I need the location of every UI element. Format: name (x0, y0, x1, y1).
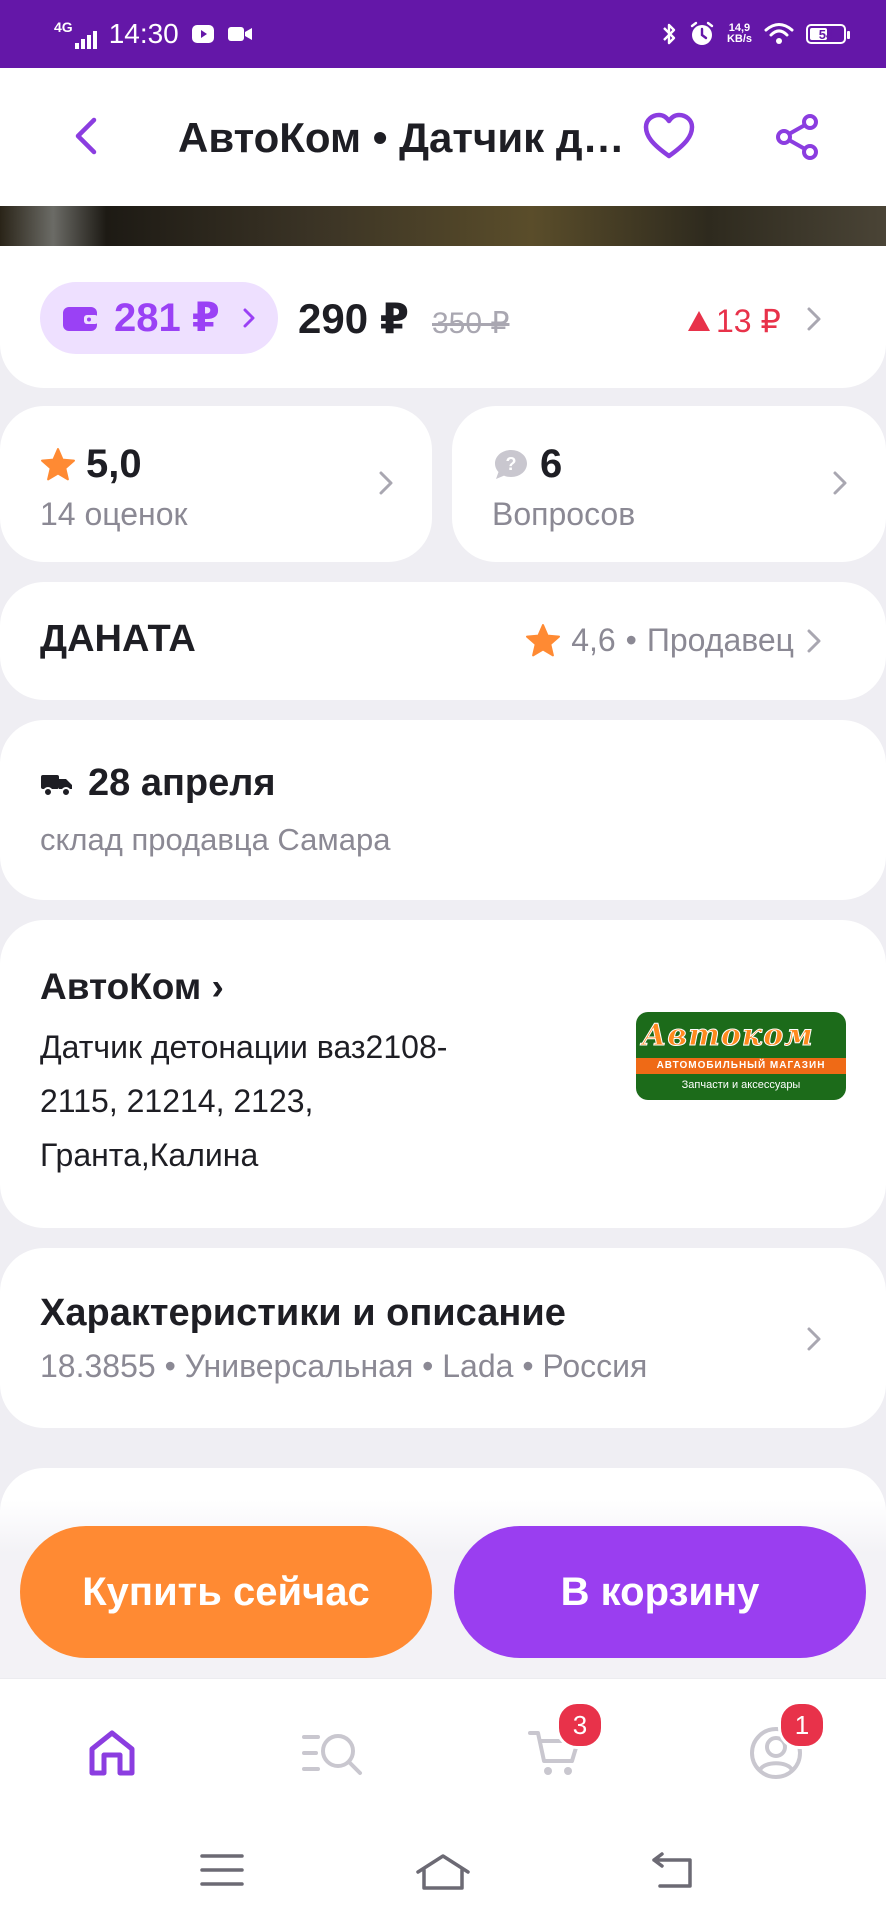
speed-unit: KB/s (726, 33, 752, 45)
back-icon[interactable] (650, 1852, 698, 1892)
chevron-left-icon (75, 117, 97, 155)
status-left: 4G 14:30 (54, 0, 253, 68)
status-right: 14,9 KB/s 54 (661, 0, 850, 68)
heart-outline-icon (643, 112, 695, 159)
network-type: 4G (54, 19, 73, 35)
alarm-icon (689, 21, 715, 47)
back-button[interactable] (66, 114, 110, 158)
seller-rating: 4,6 • Продавец (525, 622, 794, 659)
svg-text:?: ? (506, 454, 517, 474)
chevron-right-icon (243, 308, 255, 328)
seller-role: Продавец (646, 622, 794, 658)
chevron-right-icon (807, 1327, 821, 1351)
delivery-location: склад продавца Самара (40, 822, 391, 857)
current-price: 290 ₽ (298, 295, 409, 342)
price-change: 13 ₽ (688, 302, 781, 340)
network-indicator: 4G (54, 19, 97, 49)
price-change-value: 13 ₽ (716, 303, 781, 339)
status-time: 14:30 (108, 18, 179, 49)
catalog-search-icon (302, 1734, 362, 1775)
app-bar: АвтоКом • Датчик детонации ваз2108-2115,… (0, 68, 886, 206)
characteristics-summary: 18.3855 • Универсальная • Lada • Россия (40, 1348, 648, 1384)
wifi-icon (764, 22, 794, 46)
youtube-icon (191, 23, 215, 45)
questions-card[interactable]: ? 6 Вопросов (452, 406, 886, 562)
add-to-cart-button[interactable]: В корзину (454, 1526, 866, 1658)
delivery-date: 28 апреля (88, 762, 276, 804)
questions-head: ? 6 (492, 442, 562, 487)
chevron-right-icon (807, 629, 821, 653)
arrow-up-icon (688, 311, 710, 331)
seller-card[interactable]: ДАНАТА 4,6 • Продавец (0, 582, 886, 700)
rating-count: 14 оценок (40, 496, 188, 532)
delivery-card[interactable]: 28 апреля склад продавца Самара (0, 720, 886, 900)
store-name-link[interactable]: АвтоКом › (40, 966, 224, 1008)
store-logo-name: Автоком (642, 1018, 814, 1054)
signal-icon (74, 31, 97, 49)
tab-profile[interactable]: 1 (748, 1701, 826, 1781)
product-description: Датчик детонации ваз2108-2115, 21214, 21… (40, 1029, 448, 1173)
system-nav-bar (0, 1818, 886, 1920)
favorite-button[interactable] (642, 112, 696, 162)
chevron-right-icon[interactable] (806, 306, 822, 332)
chevron-right-icon (833, 471, 847, 495)
question-bubble-icon: ? (495, 449, 527, 479)
star-icon (41, 447, 75, 480)
characteristics-card[interactable]: Характеристики и описание 18.3855 • Унив… (0, 1248, 886, 1428)
questions-count: 6 (540, 442, 563, 486)
share-icon (776, 114, 818, 160)
home-icon (89, 1730, 135, 1776)
old-price: 350 ₽ (432, 307, 510, 340)
tab-home[interactable] (84, 1725, 140, 1781)
share-button[interactable] (772, 112, 822, 162)
star-icon (526, 623, 561, 656)
separator-dot: • (625, 622, 637, 658)
chevron-right-icon (379, 471, 393, 495)
wallet-icon (63, 307, 98, 331)
battery-icon: 54 (806, 24, 850, 44)
network-speed: 14,9 KB/s (727, 23, 752, 45)
home-icon[interactable] (414, 1852, 472, 1892)
delivery-head: 28 апреля (40, 762, 276, 805)
seller-name: ДАНАТА (40, 618, 196, 660)
rating-card[interactable]: 5,0 14 оценок (0, 406, 432, 562)
questions-label: Вопросов (492, 496, 636, 532)
delivery-truck-icon (41, 774, 72, 797)
rating-value: 5,0 (86, 442, 142, 486)
battery-level: 54 (818, 26, 834, 42)
cart-badge: 3 (556, 1701, 604, 1749)
status-bar: 4G 14:30 14,9 KB/s 54 (0, 0, 886, 68)
store-logo-subtitle: Запчасти и аксессуары (681, 1079, 801, 1091)
bluetooth-icon (661, 21, 677, 47)
store-card[interactable]: АвтоКом › Датчик детонации ваз2108-2115,… (0, 920, 886, 1228)
rating-head: 5,0 (40, 442, 142, 487)
profile-badge: 1 (778, 1701, 826, 1749)
seller-rating-value: 4,6 (571, 622, 616, 658)
page-title: АвтоКом • Датчик детонации ваз2108-2115,… (178, 114, 628, 161)
tab-cart[interactable]: 3 (526, 1701, 604, 1781)
menu-icon[interactable] (200, 1852, 244, 1888)
product-photo-edge[interactable] (0, 206, 886, 250)
tab-bar: 3 1 (0, 1678, 886, 1819)
wallet-price: 281 ₽ (114, 296, 220, 340)
wallet-price-pill[interactable]: 281 ₽ (40, 282, 278, 354)
store-logo[interactable]: Автоком АВТОМОБИЛЬНЫЙ МАГАЗИН Запчасти и… (636, 1012, 846, 1100)
tab-catalog[interactable] (302, 1725, 362, 1781)
price-card[interactable]: 281 ₽ 290 ₽ 350 ₽ 13 ₽ (0, 246, 886, 388)
store-logo-tagline: АВТОМОБИЛЬНЫЙ МАГАЗИН (636, 1058, 846, 1074)
video-camera-icon (227, 24, 253, 44)
buy-now-button[interactable]: Купить сейчас (20, 1526, 432, 1658)
characteristics-title: Характеристики и описание (40, 1292, 566, 1334)
